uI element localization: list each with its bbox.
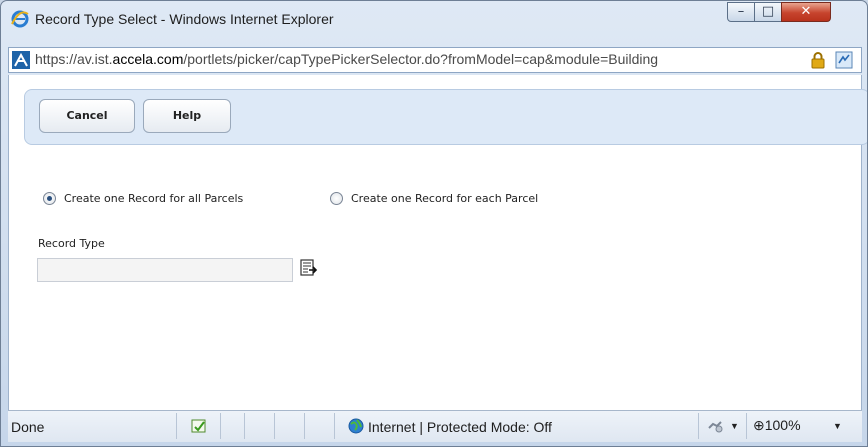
maximize-button[interactable]: □ <box>754 2 782 22</box>
status-divider <box>746 413 747 439</box>
status-divider <box>176 413 177 439</box>
status-divider <box>244 413 245 439</box>
minimize-button[interactable]: – <box>727 2 755 22</box>
picker-icon[interactable] <box>299 258 319 278</box>
help-button[interactable]: Help <box>143 99 231 133</box>
zoom-value: 100% <box>764 417 801 433</box>
url-prefix: https://av.ist. <box>35 51 113 67</box>
button-strip: Cancel Help <box>24 89 867 145</box>
security-dropdown-arrow[interactable]: ▼ <box>730 421 739 431</box>
popup-blocker-icon[interactable] <box>191 418 207 434</box>
security-settings-icon[interactable] <box>707 418 723 434</box>
security-zone-text[interactable]: Internet | Protected Mode: Off <box>368 419 552 435</box>
address-bar[interactable]: https://av.ist.accela.com/portlets/picke… <box>8 47 862 73</box>
url-domain: accela.com <box>112 51 184 67</box>
record-type-label: Record Type <box>38 237 105 250</box>
cancel-button[interactable]: Cancel <box>39 99 135 133</box>
radio-all-parcels[interactable] <box>43 192 56 205</box>
page-content: Cancel Help Create one Record for all Pa… <box>8 75 867 410</box>
option-all-parcels[interactable]: Create one Record for all Parcels <box>43 191 303 207</box>
option-all-parcels-label: Create one Record for all Parcels <box>64 192 244 205</box>
status-divider <box>274 413 275 439</box>
record-type-field[interactable] <box>37 258 293 282</box>
title-bar[interactable]: Record Type Select - Windows Internet Ex… <box>1 1 867 45</box>
close-button[interactable]: ✕ <box>781 2 831 22</box>
option-each-parcel-label: Create one Record for each Parcel <box>351 192 539 205</box>
url-text[interactable]: https://av.ist.accela.com/portlets/picke… <box>35 51 658 67</box>
url-path: /portlets/picker/capTypePickerSelector.d… <box>183 51 659 67</box>
site-favicon-icon <box>12 51 30 69</box>
zoom-icon: ⊕ <box>753 417 765 433</box>
compatibility-view-icon[interactable] <box>835 51 853 69</box>
status-divider <box>304 413 305 439</box>
status-text: Done <box>11 419 45 435</box>
lock-icon[interactable] <box>809 51 827 69</box>
option-each-parcel[interactable]: Create one Record for each Parcel <box>330 191 590 207</box>
status-divider <box>334 413 335 439</box>
status-divider <box>220 413 221 439</box>
window-title: Record Type Select - Windows Internet Ex… <box>35 11 334 27</box>
browser-window: Record Type Select - Windows Internet Ex… <box>0 0 868 447</box>
radio-each-parcel[interactable] <box>330 192 343 205</box>
status-divider <box>698 413 699 439</box>
zoom-dropdown-arrow[interactable]: ▼ <box>833 421 842 431</box>
ie-logo-icon <box>11 10 29 28</box>
status-bar: Done Internet | Protected Mode: Off ▼ ⊕1… <box>8 410 862 442</box>
globe-icon <box>348 418 364 434</box>
zoom-level[interactable]: ⊕100% <box>753 417 801 434</box>
